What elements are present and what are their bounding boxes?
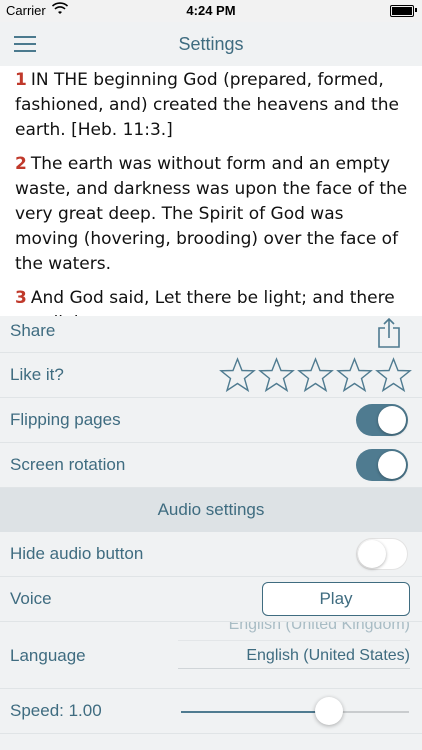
flipping-pages-row: Flipping pages — [0, 398, 422, 443]
next-row-partial — [0, 734, 422, 750]
slider-thumb[interactable] — [315, 697, 344, 725]
screen-rotation-row: Screen rotation — [0, 443, 422, 488]
share-label: Share — [10, 321, 56, 340]
hamburger-menu-icon[interactable] — [14, 36, 38, 52]
verse: 3 And God said, Let there be light; and t… — [0, 286, 422, 316]
share-icon[interactable] — [376, 318, 402, 348]
star-icon[interactable] — [336, 357, 373, 393]
slider-fill — [181, 711, 330, 713]
toggle-knob — [378, 451, 406, 479]
battery-icon — [390, 5, 414, 17]
star-icon[interactable] — [297, 357, 334, 393]
navigation-bar: Settings — [0, 22, 422, 67]
hide-audio-row: Hide audio button — [0, 532, 422, 577]
status-bar: Carrier 4:24 PM — [0, 0, 422, 22]
toggle-knob — [358, 540, 386, 568]
verse-text: The earth was without form and an empty … — [15, 154, 408, 274]
verse-text: IN THE beginning God (prepared, formed, … — [15, 70, 399, 140]
screen-rotation-label: Screen rotation — [10, 455, 126, 474]
hide-audio-label: Hide audio button — [10, 544, 144, 563]
scripture-preview: 1 IN THE beginning God (prepared, formed,… — [0, 66, 422, 316]
star-icon[interactable] — [258, 357, 295, 393]
language-option-text: English (United Kingdom) — [228, 622, 410, 633]
clock: 4:24 PM — [186, 3, 236, 18]
verse-number: 2 — [15, 154, 27, 174]
audio-settings-header: Audio settings — [0, 488, 422, 532]
voice-row: Voice Play — [0, 577, 422, 622]
verse-number: 1 — [15, 70, 27, 90]
language-selected[interactable]: English (United States) — [178, 644, 410, 669]
speed-row: Speed: 1.00 — [0, 689, 422, 734]
screen-rotation-toggle[interactable] — [356, 449, 408, 481]
toggle-knob — [378, 406, 406, 434]
rating-row: Like it? — [0, 353, 422, 398]
share-row[interactable]: Share — [0, 316, 422, 353]
language-option[interactable]: English (United Kingdom) — [178, 622, 410, 641]
voice-label: Voice — [10, 589, 52, 608]
flipping-pages-label: Flipping pages — [10, 410, 121, 429]
language-label: Language — [10, 646, 86, 665]
verse: 2 The earth was without form and an empty… — [0, 152, 422, 277]
section-title: Audio settings — [157, 500, 265, 519]
star-icon[interactable] — [219, 357, 256, 393]
star-icon[interactable] — [375, 357, 412, 393]
verse: 1 IN THE beginning God (prepared, formed,… — [0, 68, 422, 143]
play-button[interactable]: Play — [262, 582, 410, 616]
flipping-pages-toggle[interactable] — [356, 404, 408, 436]
hide-audio-toggle[interactable] — [356, 538, 408, 570]
language-row: Language English (United Kingdom) Englis… — [0, 622, 422, 689]
verse-number: 3 — [15, 288, 27, 308]
page-title: Settings — [178, 34, 244, 54]
verse-text: And God said, Let there be light; and th… — [15, 288, 395, 316]
speed-slider[interactable] — [181, 697, 409, 725]
star-rating — [217, 357, 412, 393]
like-label: Like it? — [10, 365, 64, 384]
speed-label: Speed: 1.00 — [10, 701, 102, 720]
battery-nub — [415, 8, 417, 12]
language-selected-text: English (United States) — [246, 647, 410, 664]
